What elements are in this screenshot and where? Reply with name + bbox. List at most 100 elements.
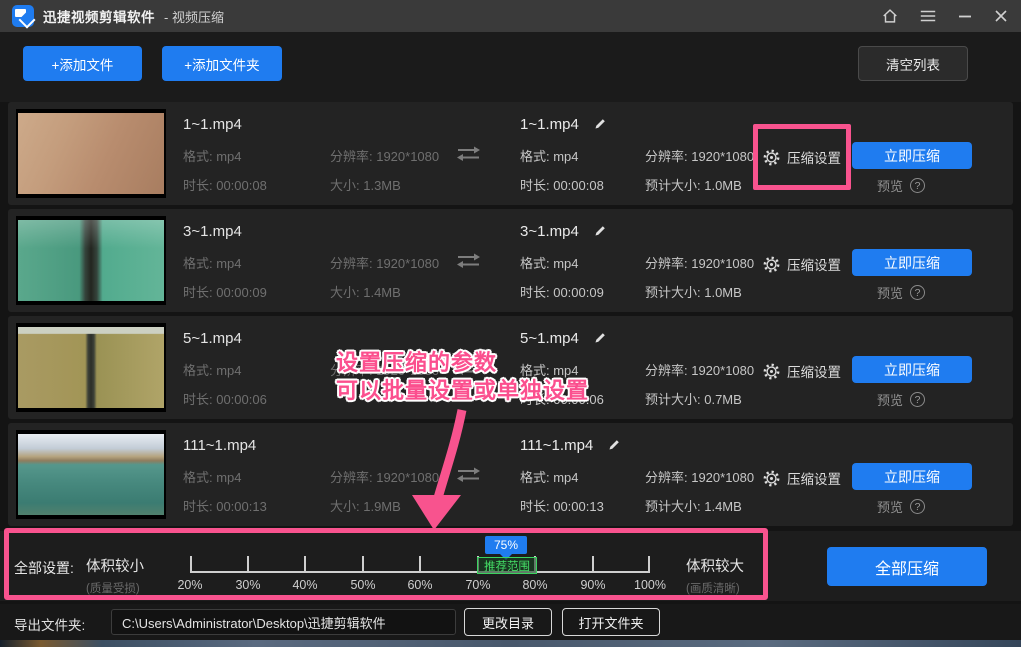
smaller-size-label: 体积较小 (质量受损) — [86, 555, 166, 596]
source-info: 5~1.mp4 格式: mp4 分辨率: 1920*1080 时长: 00:00… — [183, 329, 439, 408]
video-thumbnail — [16, 323, 166, 412]
compress-all-button[interactable]: 全部压缩 — [827, 547, 987, 586]
tick-label: 30% — [223, 578, 273, 592]
preview-label: 预览 — [877, 497, 903, 516]
output-size: 预计大小: 1.4MB — [645, 496, 754, 515]
compress-settings-label: 压缩设置 — [787, 361, 841, 381]
compress-now-button[interactable]: 立即压缩 — [852, 463, 972, 490]
preview-label: 预览 — [877, 283, 903, 302]
app-window: 迅捷视频剪辑软件 - 视频压缩 +添加文件 +添加文件夹 清空列表 — [0, 0, 1021, 647]
source-resolution: 分辨率: 1920*1080 — [330, 360, 439, 379]
open-folder-button[interactable]: 打开文件夹 — [562, 608, 660, 636]
export-bar: 导出文件夹: 更改目录 打开文件夹 — [0, 604, 1021, 640]
output-format: 格式: mp4 — [520, 360, 645, 379]
tick-label: 90% — [568, 578, 618, 592]
all-settings-label: 全部设置: — [14, 558, 74, 578]
output-resolution: 分辨率: 1920*1080 — [645, 253, 754, 272]
source-info: 1~1.mp4 格式: mp4 分辨率: 1920*1080 时长: 00:00… — [183, 115, 439, 194]
change-directory-button[interactable]: 更改目录 — [464, 608, 552, 636]
video-thumbnail — [16, 216, 166, 305]
gear-icon — [763, 363, 780, 380]
app-title: 迅捷视频剪辑软件 — [43, 6, 155, 26]
clear-list-button[interactable]: 清空列表 — [858, 46, 968, 81]
output-duration: 时长: 00:00:06 — [520, 389, 645, 408]
help-icon[interactable]: ? — [910, 499, 925, 514]
edit-icon[interactable] — [593, 331, 607, 345]
edit-icon[interactable] — [593, 117, 607, 131]
help-icon[interactable]: ? — [910, 178, 925, 193]
preview-link[interactable]: 预览 ? — [877, 283, 925, 302]
help-icon[interactable]: ? — [910, 285, 925, 300]
compress-settings-button[interactable]: 压缩设置 — [763, 468, 841, 488]
output-size: 预计大小: 1.0MB — [645, 175, 754, 194]
source-duration: 时长: 00:00:09 — [183, 282, 330, 301]
compress-now-button[interactable]: 立即压缩 — [852, 356, 972, 383]
home-icon[interactable] — [881, 7, 899, 25]
source-filename: 3~1.mp4 — [183, 223, 242, 240]
slider-tick — [247, 556, 249, 573]
source-format: 格式: mp4 — [183, 253, 330, 272]
menu-icon[interactable] — [919, 8, 937, 24]
source-format: 格式: mp4 — [183, 467, 330, 486]
source-duration: 时长: 00:00:06 — [183, 389, 330, 408]
compress-settings-button[interactable]: 压缩设置 — [763, 361, 841, 381]
source-format: 格式: mp4 — [183, 360, 330, 379]
preview-link[interactable]: 预览 ? — [877, 497, 925, 516]
source-filename: 5~1.mp4 — [183, 330, 242, 347]
toolbar: +添加文件 +添加文件夹 清空列表 — [0, 32, 1021, 102]
tick-label: 20% — [165, 578, 215, 592]
gear-icon — [763, 149, 780, 166]
preview-link[interactable]: 预览 ? — [877, 176, 925, 195]
help-icon[interactable]: ? — [910, 392, 925, 407]
export-folder-label: 导出文件夹: — [14, 614, 85, 634]
slider-tick — [304, 556, 306, 573]
compress-now-button[interactable]: 立即压缩 — [852, 249, 972, 276]
output-info: 1~1.mp4 格式: mp4 分辨率: 1920*1080 时长: 00:00… — [520, 115, 754, 194]
video-row: 1~1.mp4 格式: mp4 分辨率: 1920*1080 时长: 00:00… — [8, 102, 1013, 205]
output-resolution: 分辨率: 1920*1080 — [645, 360, 754, 379]
compress-settings-button[interactable]: 压缩设置 — [763, 147, 841, 167]
close-icon[interactable] — [993, 8, 1009, 24]
output-size: 预计大小: 1.0MB — [645, 282, 754, 301]
app-logo-icon — [12, 5, 34, 27]
add-folder-button[interactable]: +添加文件夹 — [162, 46, 282, 81]
source-filename: 111~1.mp4 — [183, 437, 256, 454]
output-filename: 111~1.mp4 — [520, 437, 593, 454]
source-info: 3~1.mp4 格式: mp4 分辨率: 1920*1080 时长: 00:00… — [183, 222, 439, 301]
video-thumbnail — [16, 430, 166, 519]
source-resolution: 分辨率: 1920*1080 — [330, 253, 439, 272]
output-filename: 1~1.mp4 — [520, 116, 579, 133]
transfer-arrows-icon — [455, 144, 482, 169]
desktop-background-strip — [0, 640, 1021, 647]
output-duration: 时长: 00:00:13 — [520, 496, 645, 515]
output-duration: 时长: 00:00:09 — [520, 282, 645, 301]
source-size: 大小: 1.3MB — [330, 175, 439, 194]
output-resolution: 分辨率: 1920*1080 — [645, 146, 754, 165]
preview-link[interactable]: 预览 ? — [877, 390, 925, 409]
gear-icon — [763, 470, 780, 487]
minimize-icon[interactable] — [957, 8, 973, 24]
tick-label: 40% — [280, 578, 330, 592]
tick-label: 100% — [625, 578, 675, 592]
preview-label: 预览 — [877, 390, 903, 409]
title-bar: 迅捷视频剪辑软件 - 视频压缩 — [0, 0, 1021, 32]
add-file-button[interactable]: +添加文件 — [23, 46, 142, 81]
source-info: 111~1.mp4 格式: mp4 分辨率: 1920*1080 时长: 00:… — [183, 436, 439, 515]
output-info: 3~1.mp4 格式: mp4 分辨率: 1920*1080 时长: 00:00… — [520, 222, 754, 301]
transfer-arrows-icon — [455, 358, 482, 383]
compress-now-button[interactable]: 立即压缩 — [852, 142, 972, 169]
slider-value-badge: 75% — [485, 536, 527, 554]
video-row: 111~1.mp4 格式: mp4 分辨率: 1920*1080 时长: 00:… — [8, 423, 1013, 526]
source-resolution: 分辨率: 1920*1080 — [330, 146, 439, 165]
edit-icon[interactable] — [593, 224, 607, 238]
video-list: 1~1.mp4 格式: mp4 分辨率: 1920*1080 时长: 00:00… — [8, 102, 1013, 530]
transfer-arrows-icon — [455, 465, 482, 490]
output-format: 格式: mp4 — [520, 467, 645, 486]
quality-slider[interactable] — [190, 556, 650, 573]
output-duration: 时长: 00:00:08 — [520, 175, 645, 194]
compress-settings-button[interactable]: 压缩设置 — [763, 254, 841, 274]
edit-icon[interactable] — [607, 438, 621, 452]
export-path-input[interactable] — [111, 609, 456, 635]
source-resolution: 分辨率: 1920*1080 — [330, 467, 439, 486]
preview-label: 预览 — [877, 176, 903, 195]
